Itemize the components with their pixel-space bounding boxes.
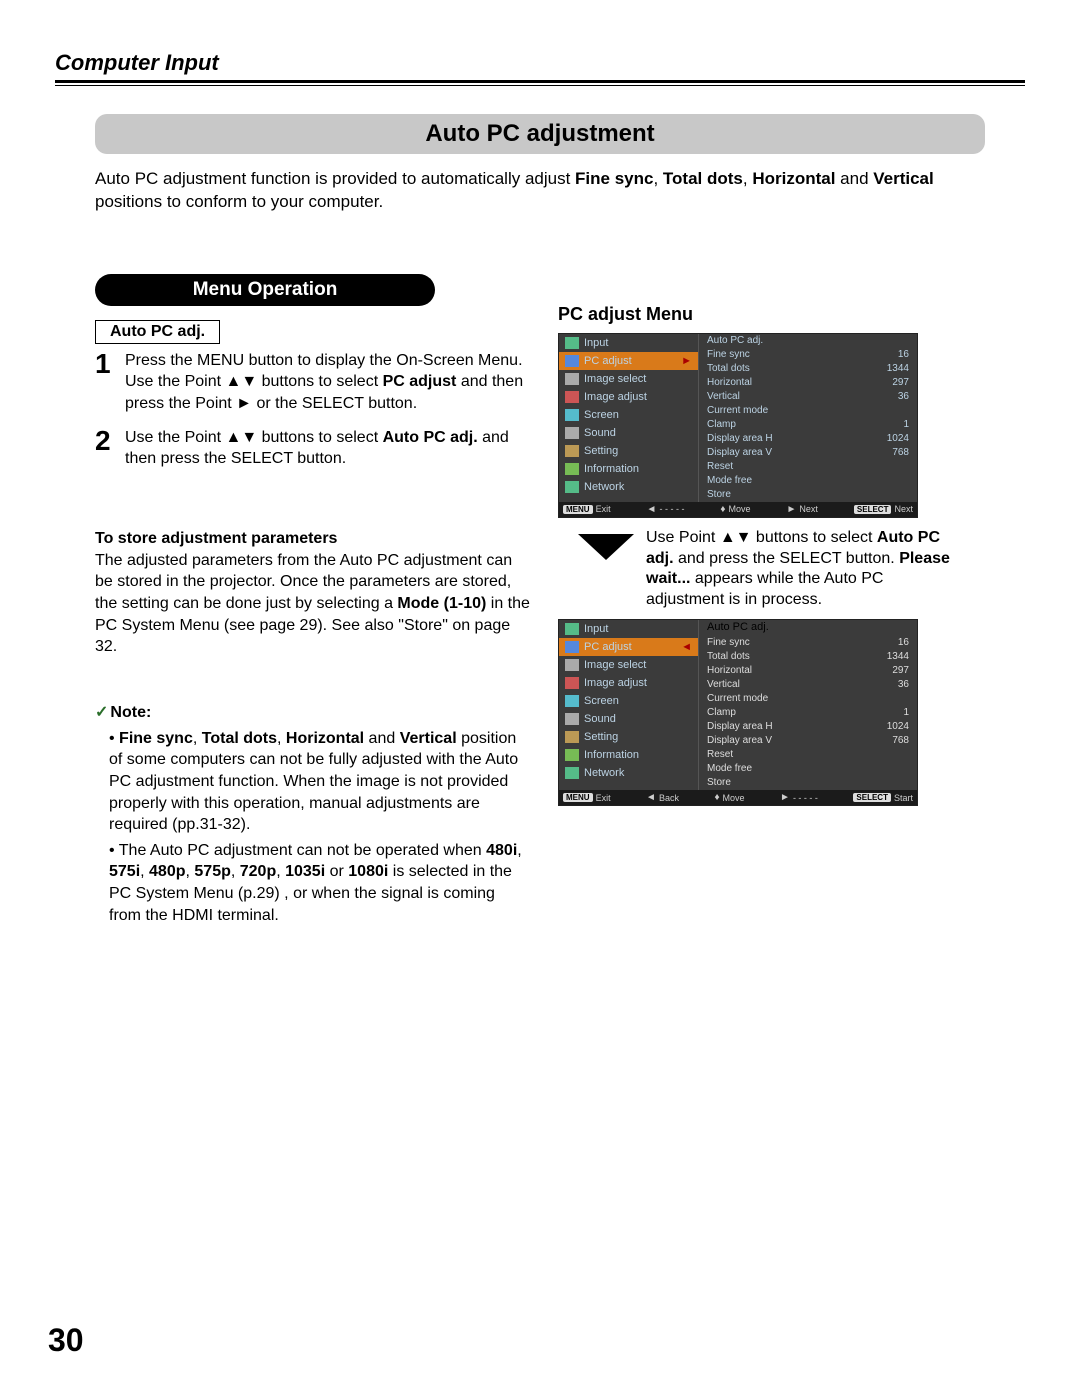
osd-left-input: Input	[559, 334, 698, 352]
store-body: The adjusted parameters from the Auto PC…	[95, 550, 530, 658]
osd-foot-item: ♦Move	[720, 504, 750, 515]
tag-autopc: Auto PC adj.	[95, 320, 220, 344]
note-list: Fine sync, Total dots, Horizontal and Ve…	[95, 728, 530, 926]
osd-left-information: Information	[559, 746, 698, 764]
osd-left-image-adjust: Image adjust	[559, 388, 698, 406]
osd-value-row: Clamp1	[699, 706, 917, 720]
osd-foot-item: SELECTStart	[853, 792, 913, 803]
osd-menu-2: InputPC adjust◄Image selectImage adjustS…	[558, 619, 918, 806]
osd-left-setting: Setting	[559, 728, 698, 746]
osd-left-setting: Setting	[559, 442, 698, 460]
osd-left-image-adjust: Image adjust	[559, 674, 698, 692]
page-number: 30	[48, 1322, 84, 1359]
osd-value-row: Display area V768	[699, 446, 917, 460]
osd-value-row: Fine sync16	[699, 348, 917, 362]
store-head: To store adjustment parameters	[95, 530, 530, 548]
osd-value-row: Current mode	[699, 692, 917, 706]
osd-value-row: Display area H1024	[699, 432, 917, 446]
osd-left-pc-adjust: PC adjust►	[559, 352, 698, 370]
osd-foot-item: ►Next	[787, 504, 818, 515]
osd-left-image-select: Image select	[559, 370, 698, 388]
osd-foot-item: MENUExit	[563, 504, 611, 515]
osd-value-row: Vertical36	[699, 678, 917, 692]
osd-foot-item: ◄- - - - -	[647, 504, 685, 515]
osd-foot-item: MENUExit	[563, 792, 611, 803]
osd-value-row: Store	[699, 776, 917, 790]
step-num: 1	[95, 350, 125, 415]
osd-left-network: Network	[559, 764, 698, 782]
note-item: The Auto PC adjustment can not be operat…	[109, 840, 530, 926]
page-title: Auto PC adjustment	[95, 114, 985, 154]
osd-value-row: Reset	[699, 460, 917, 474]
osd-left-image-select: Image select	[559, 656, 698, 674]
intro-text: Auto PC adjustment function is provided …	[95, 168, 975, 214]
osd-value-row: Current mode	[699, 404, 917, 418]
osd-value-row: Total dots1344	[699, 650, 917, 664]
step-num: 2	[95, 427, 125, 470]
right-title: PC adjust Menu	[558, 304, 958, 325]
osd-left-input: Input	[559, 620, 698, 638]
osd-value-row: Clamp1	[699, 418, 917, 432]
osd-value-row: Auto PC adj.	[699, 334, 917, 348]
osd-foot-item: ►- - - - -	[780, 792, 818, 803]
osd-value-row: Store	[699, 488, 917, 502]
osd-value-row: Vertical36	[699, 390, 917, 404]
steps-list: 1Press the MENU button to display the On…	[95, 350, 530, 470]
osd-foot-item: ◄Back	[646, 792, 679, 803]
osd-left-sound: Sound	[559, 424, 698, 442]
osd-foot-item: SELECTNext	[854, 504, 913, 515]
step-text: Use the Point ▲▼ buttons to select Auto …	[125, 427, 530, 470]
osd-value-row: Mode free	[699, 762, 917, 776]
osd-value-row: Mode free	[699, 474, 917, 488]
osd-value-row: Display area H1024	[699, 720, 917, 734]
osd-left-pc-adjust: PC adjust◄	[559, 638, 698, 656]
osd-value-row: Display area V768	[699, 734, 917, 748]
osd-value-row: Total dots1344	[699, 362, 917, 376]
osd-left-network: Network	[559, 478, 698, 496]
osd-value-row: Horizontal297	[699, 376, 917, 390]
breadcrumb: Computer Input	[55, 50, 1025, 76]
section-pill: Menu Operation	[95, 274, 435, 306]
rule-heavy	[55, 80, 1025, 83]
osd-left-information: Information	[559, 460, 698, 478]
osd-left-screen: Screen	[559, 406, 698, 424]
osd-value-row: Fine sync16	[699, 636, 917, 650]
osd-foot-item: ♦Move	[714, 792, 744, 803]
osd-menu-1: InputPC adjust►Image selectImage adjustS…	[558, 333, 918, 518]
arrow-text: Use Point ▲▼ buttons to select Auto PC a…	[646, 528, 958, 611]
osd-value-row: Reset	[699, 748, 917, 762]
note-head: Note:	[95, 702, 530, 722]
osd-value-row: Auto PC adj.	[699, 620, 917, 636]
rule-light	[55, 85, 1025, 86]
osd-left-screen: Screen	[559, 692, 698, 710]
osd-left-sound: Sound	[559, 710, 698, 728]
osd-value-row: Horizontal297	[699, 664, 917, 678]
note-item: Fine sync, Total dots, Horizontal and Ve…	[109, 728, 530, 836]
down-arrow-icon	[578, 534, 634, 560]
step-text: Press the MENU button to display the On-…	[125, 350, 530, 415]
